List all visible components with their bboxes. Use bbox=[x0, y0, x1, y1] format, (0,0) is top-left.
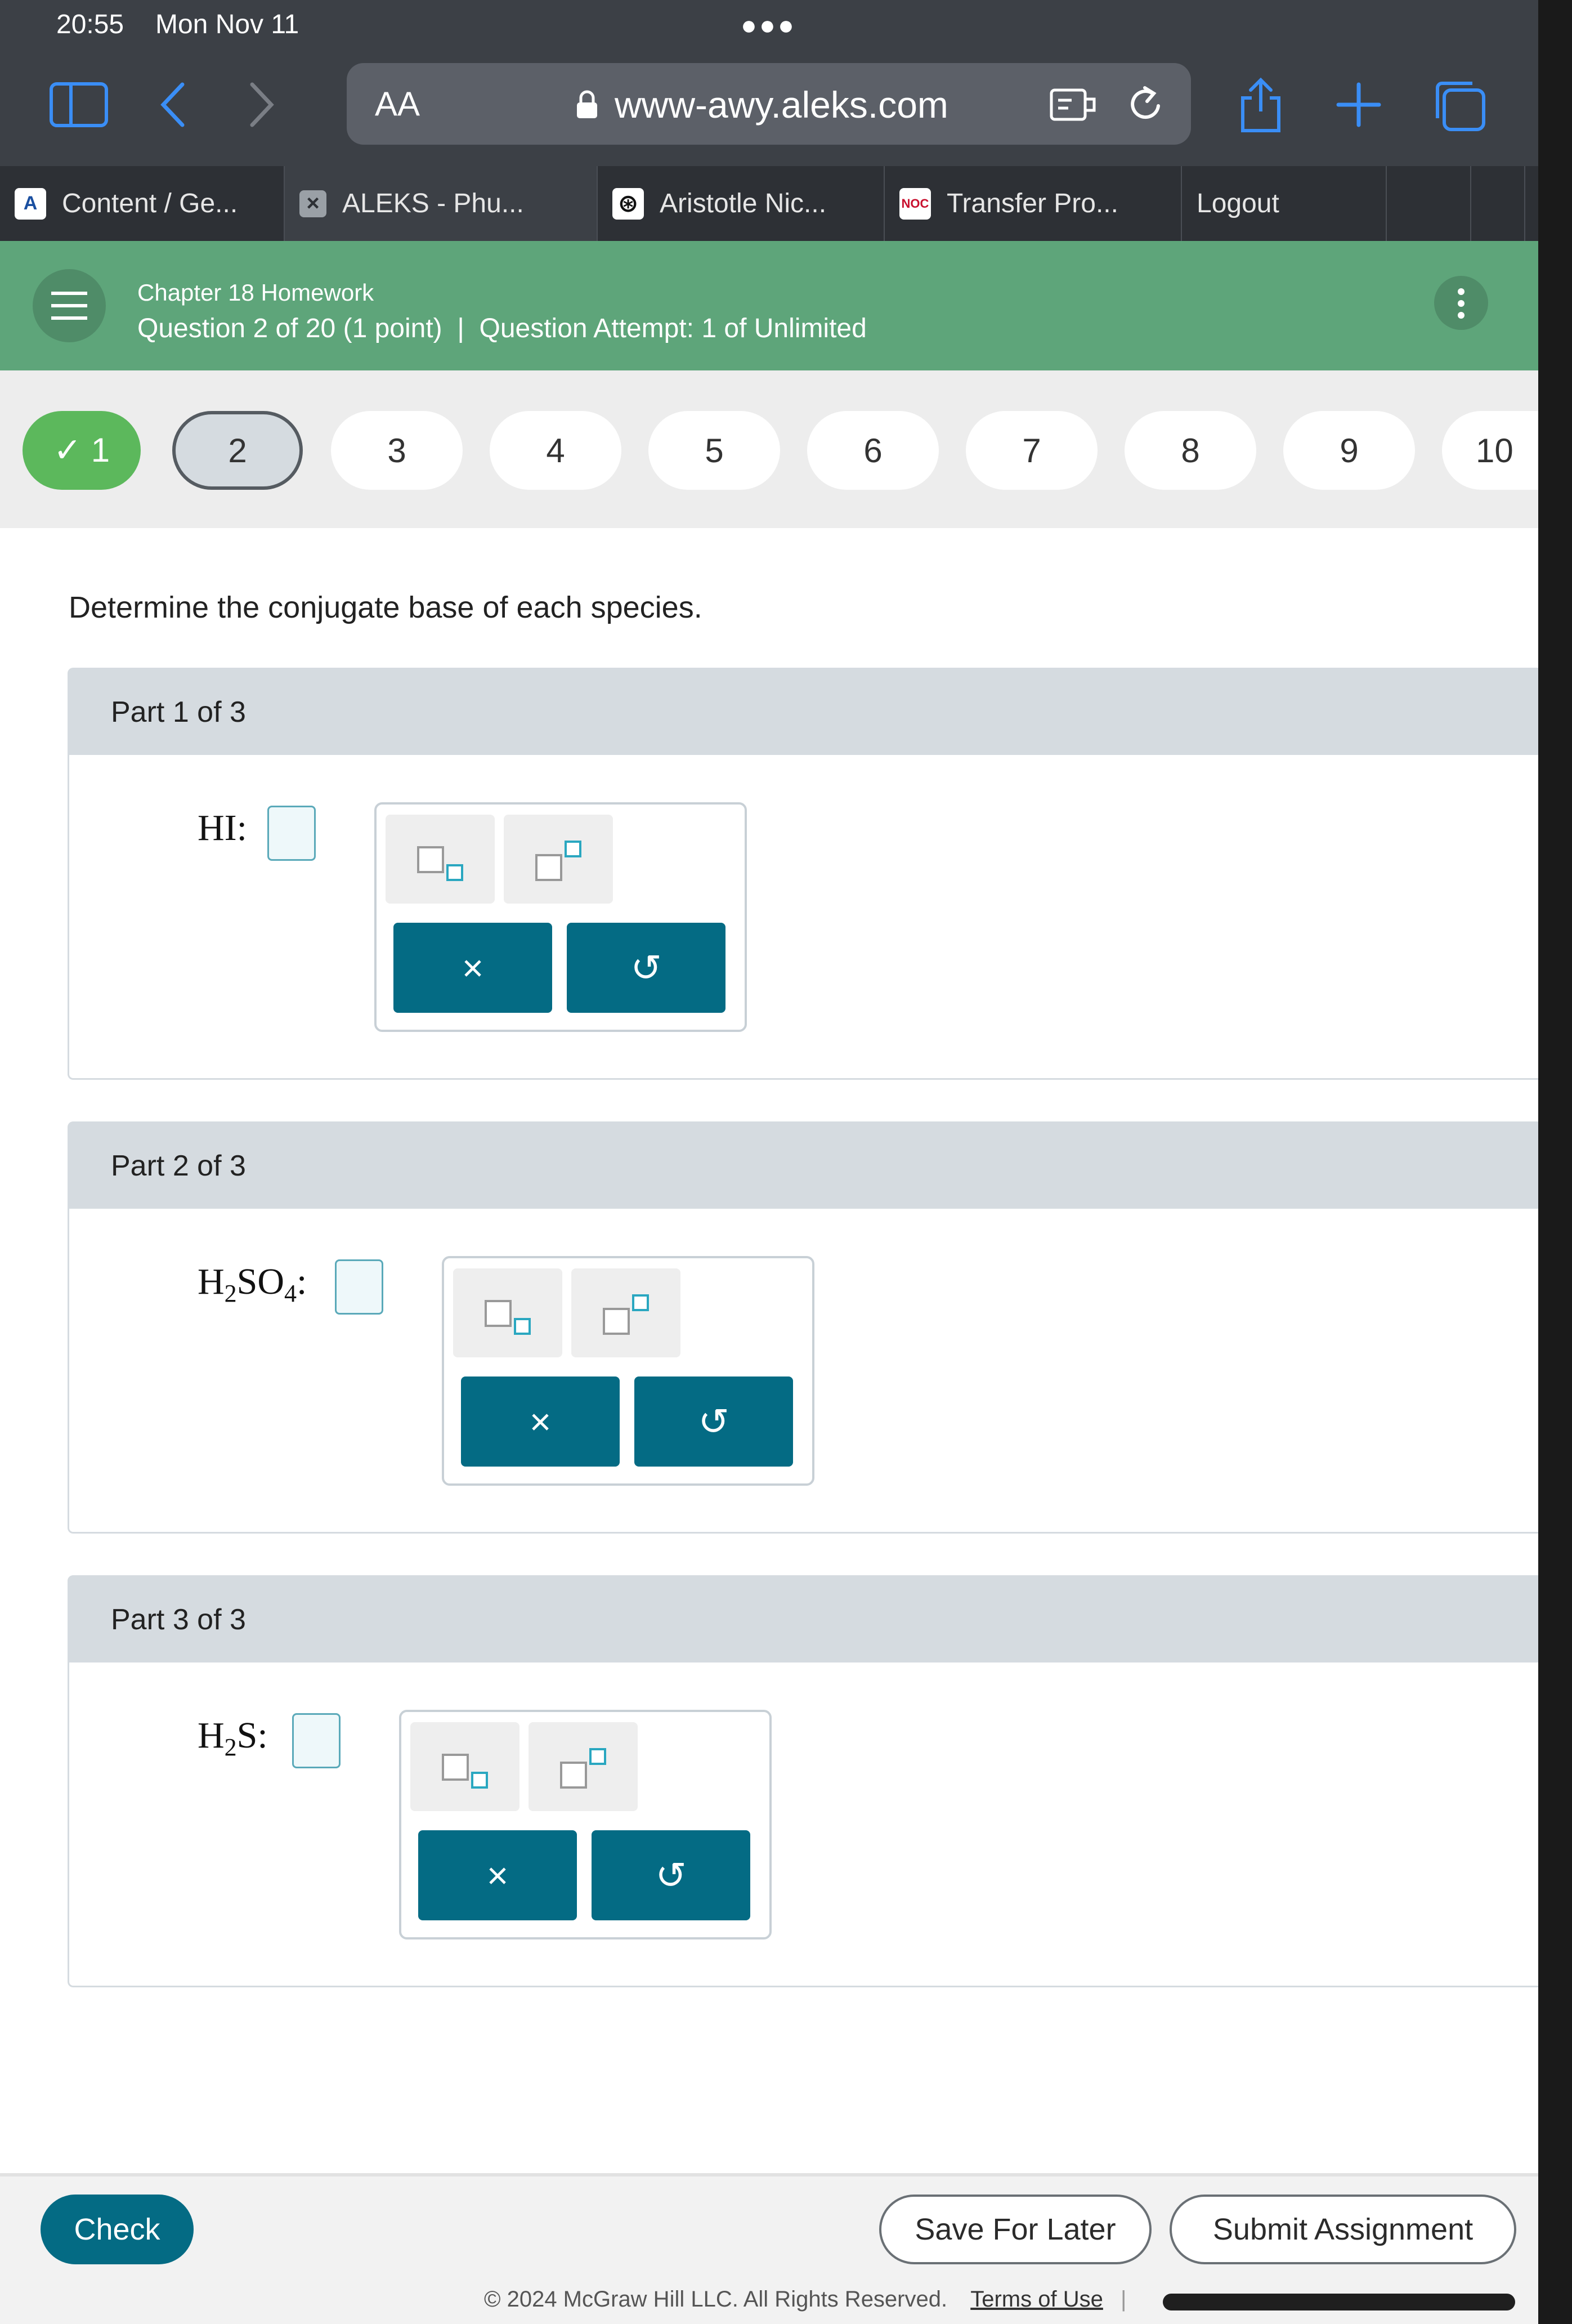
hamburger-icon bbox=[51, 292, 87, 320]
superscript-icon bbox=[560, 1762, 587, 1789]
reload-icon[interactable] bbox=[1127, 84, 1166, 125]
tab-aleks[interactable]: × ALEKS - Phu... bbox=[285, 166, 598, 241]
close-icon[interactable]: × bbox=[299, 190, 326, 217]
question-prompt: Determine the conjugate base of each spe… bbox=[69, 591, 702, 624]
screen-edge bbox=[1538, 0, 1572, 2324]
terms-of-use-link[interactable]: Terms of Use bbox=[970, 2287, 1103, 2312]
home-indicator bbox=[1163, 2294, 1515, 2310]
undo-button[interactable]: ↺ bbox=[592, 1830, 750, 1920]
part-heading: Part 1 of 3 bbox=[111, 696, 246, 729]
copyright-text: © 2024 McGraw Hill LLC. All Rights Reser… bbox=[484, 2287, 948, 2312]
tab-empty[interactable] bbox=[1471, 166, 1525, 241]
address-field[interactable]: AA www-awy.aleks.com bbox=[347, 63, 1191, 145]
check-button[interactable]: Check bbox=[41, 2195, 194, 2264]
question-button-8[interactable]: 8 bbox=[1125, 411, 1256, 490]
question-button-6[interactable]: 6 bbox=[807, 411, 939, 490]
tab-label: Logout bbox=[1197, 189, 1279, 218]
tab-label: Aristotle Nic... bbox=[660, 189, 827, 218]
tab-label: Transfer Pro... bbox=[947, 189, 1118, 218]
vertical-dots-icon bbox=[1458, 288, 1464, 319]
part-header: Part 3 of 3 bbox=[69, 1577, 1538, 1662]
more-dots-icon[interactable]: ●●● bbox=[741, 10, 796, 41]
save-for-later-button[interactable]: Save For Later bbox=[879, 2195, 1152, 2264]
submit-assignment-button[interactable]: Submit Assignment bbox=[1170, 2195, 1516, 2264]
undo-button[interactable]: ↺ bbox=[567, 923, 725, 1013]
footer-links: © 2024 McGraw Hill LLC. All Rights Reser… bbox=[484, 2287, 1126, 2312]
tabs-overview-icon[interactable] bbox=[1433, 79, 1486, 132]
lock-icon bbox=[577, 90, 597, 118]
answer-palette: × ↺ bbox=[442, 1256, 814, 1486]
tab-bar: A Content / Ge... × ALEKS - Phu... ⊛ Ari… bbox=[0, 166, 1538, 241]
url-text: www-awy.aleks.com bbox=[615, 84, 948, 126]
superscript-button[interactable] bbox=[529, 1722, 638, 1811]
superscript-button[interactable] bbox=[504, 815, 613, 904]
superscript-button[interactable] bbox=[571, 1268, 680, 1357]
tab-label: Content / Ge... bbox=[62, 189, 238, 218]
part-3: Part 3 of 3 H2S: × ↺ bbox=[68, 1575, 1538, 1987]
subscript-button[interactable] bbox=[386, 815, 495, 904]
aleks-logo-icon: A bbox=[15, 187, 46, 220]
new-tab-icon[interactable] bbox=[1335, 81, 1382, 128]
forward-icon[interactable] bbox=[248, 81, 276, 128]
superscript-icon bbox=[603, 1308, 630, 1335]
subscript-icon bbox=[485, 1300, 512, 1327]
address-toolbar: AA www-awy.aleks.com bbox=[0, 51, 1538, 166]
sidebar-toggle-icon[interactable] bbox=[50, 82, 108, 127]
tab-label: ALEKS - Phu... bbox=[342, 189, 524, 218]
share-icon[interactable] bbox=[1238, 75, 1283, 134]
clear-button[interactable]: × bbox=[461, 1376, 620, 1467]
undo-button[interactable]: ↺ bbox=[634, 1376, 793, 1467]
species-label: H2S: bbox=[198, 1715, 268, 1762]
question-button-1[interactable]: ✓ 1 bbox=[23, 411, 141, 490]
answer-input[interactable] bbox=[335, 1259, 383, 1315]
question-button-2[interactable]: 2 bbox=[172, 411, 303, 490]
assignment-title: Chapter 18 Homework bbox=[137, 279, 374, 306]
tab-content[interactable]: A Content / Ge... bbox=[0, 166, 285, 241]
question-button-4[interactable]: 4 bbox=[490, 411, 621, 490]
question-button-10[interactable]: 10 bbox=[1442, 411, 1538, 490]
tab-logout[interactable]: Logout bbox=[1182, 166, 1387, 241]
answer-palette: × ↺ bbox=[374, 802, 747, 1032]
clear-button[interactable]: × bbox=[418, 1830, 577, 1920]
subscript-button[interactable] bbox=[453, 1268, 562, 1357]
question-button-5[interactable]: 5 bbox=[648, 411, 780, 490]
text-size-button[interactable]: AA bbox=[375, 84, 420, 123]
question-info: Question 2 of 20 (1 point) | Question At… bbox=[137, 314, 867, 343]
more-options-button[interactable] bbox=[1434, 276, 1488, 330]
assignment-header: Chapter 18 Homework Question 2 of 20 (1 … bbox=[0, 241, 1538, 370]
part-heading: Part 2 of 3 bbox=[111, 1150, 246, 1182]
noc-logo-icon: NOC bbox=[899, 187, 931, 220]
question-button-9[interactable]: 9 bbox=[1283, 411, 1415, 490]
part-heading: Part 3 of 3 bbox=[111, 1603, 246, 1636]
part-2: Part 2 of 3 H2SO4: × ↺ bbox=[68, 1121, 1538, 1534]
status-bar: 20:55 Mon Nov 11 ●●● bbox=[0, 0, 1538, 51]
clear-button[interactable]: × bbox=[393, 923, 552, 1013]
answer-input[interactable] bbox=[267, 806, 316, 861]
subscript-button[interactable] bbox=[410, 1722, 519, 1811]
subscript-icon bbox=[417, 846, 444, 873]
menu-button[interactable] bbox=[33, 269, 106, 342]
reader-extension-icon[interactable] bbox=[1049, 88, 1098, 123]
question-button-3[interactable]: 3 bbox=[331, 411, 463, 490]
question-button-7[interactable]: 7 bbox=[966, 411, 1098, 490]
species-label: HI: bbox=[198, 807, 247, 848]
status-date: Mon Nov 11 bbox=[155, 10, 299, 39]
tab-aristotle[interactable]: ⊛ Aristotle Nic... bbox=[598, 166, 885, 241]
part-1: Part 1 of 3 HI: × ↺ bbox=[68, 668, 1538, 1080]
tab-transfer[interactable]: NOC Transfer Pro... bbox=[885, 166, 1182, 241]
tab-empty[interactable] bbox=[1387, 166, 1471, 241]
answer-palette: × ↺ bbox=[399, 1710, 772, 1939]
part-header: Part 2 of 3 bbox=[69, 1123, 1538, 1209]
status-time: 20:55 bbox=[56, 10, 124, 39]
back-icon[interactable] bbox=[159, 81, 187, 128]
footer-separator: | bbox=[1120, 2287, 1127, 2312]
part-header: Part 1 of 3 bbox=[69, 669, 1538, 755]
species-label: H2SO4: bbox=[198, 1261, 307, 1308]
chatgpt-icon: ⊛ bbox=[612, 187, 644, 220]
answer-input[interactable] bbox=[292, 1713, 341, 1768]
subscript-icon bbox=[442, 1754, 469, 1781]
superscript-icon bbox=[535, 854, 562, 881]
